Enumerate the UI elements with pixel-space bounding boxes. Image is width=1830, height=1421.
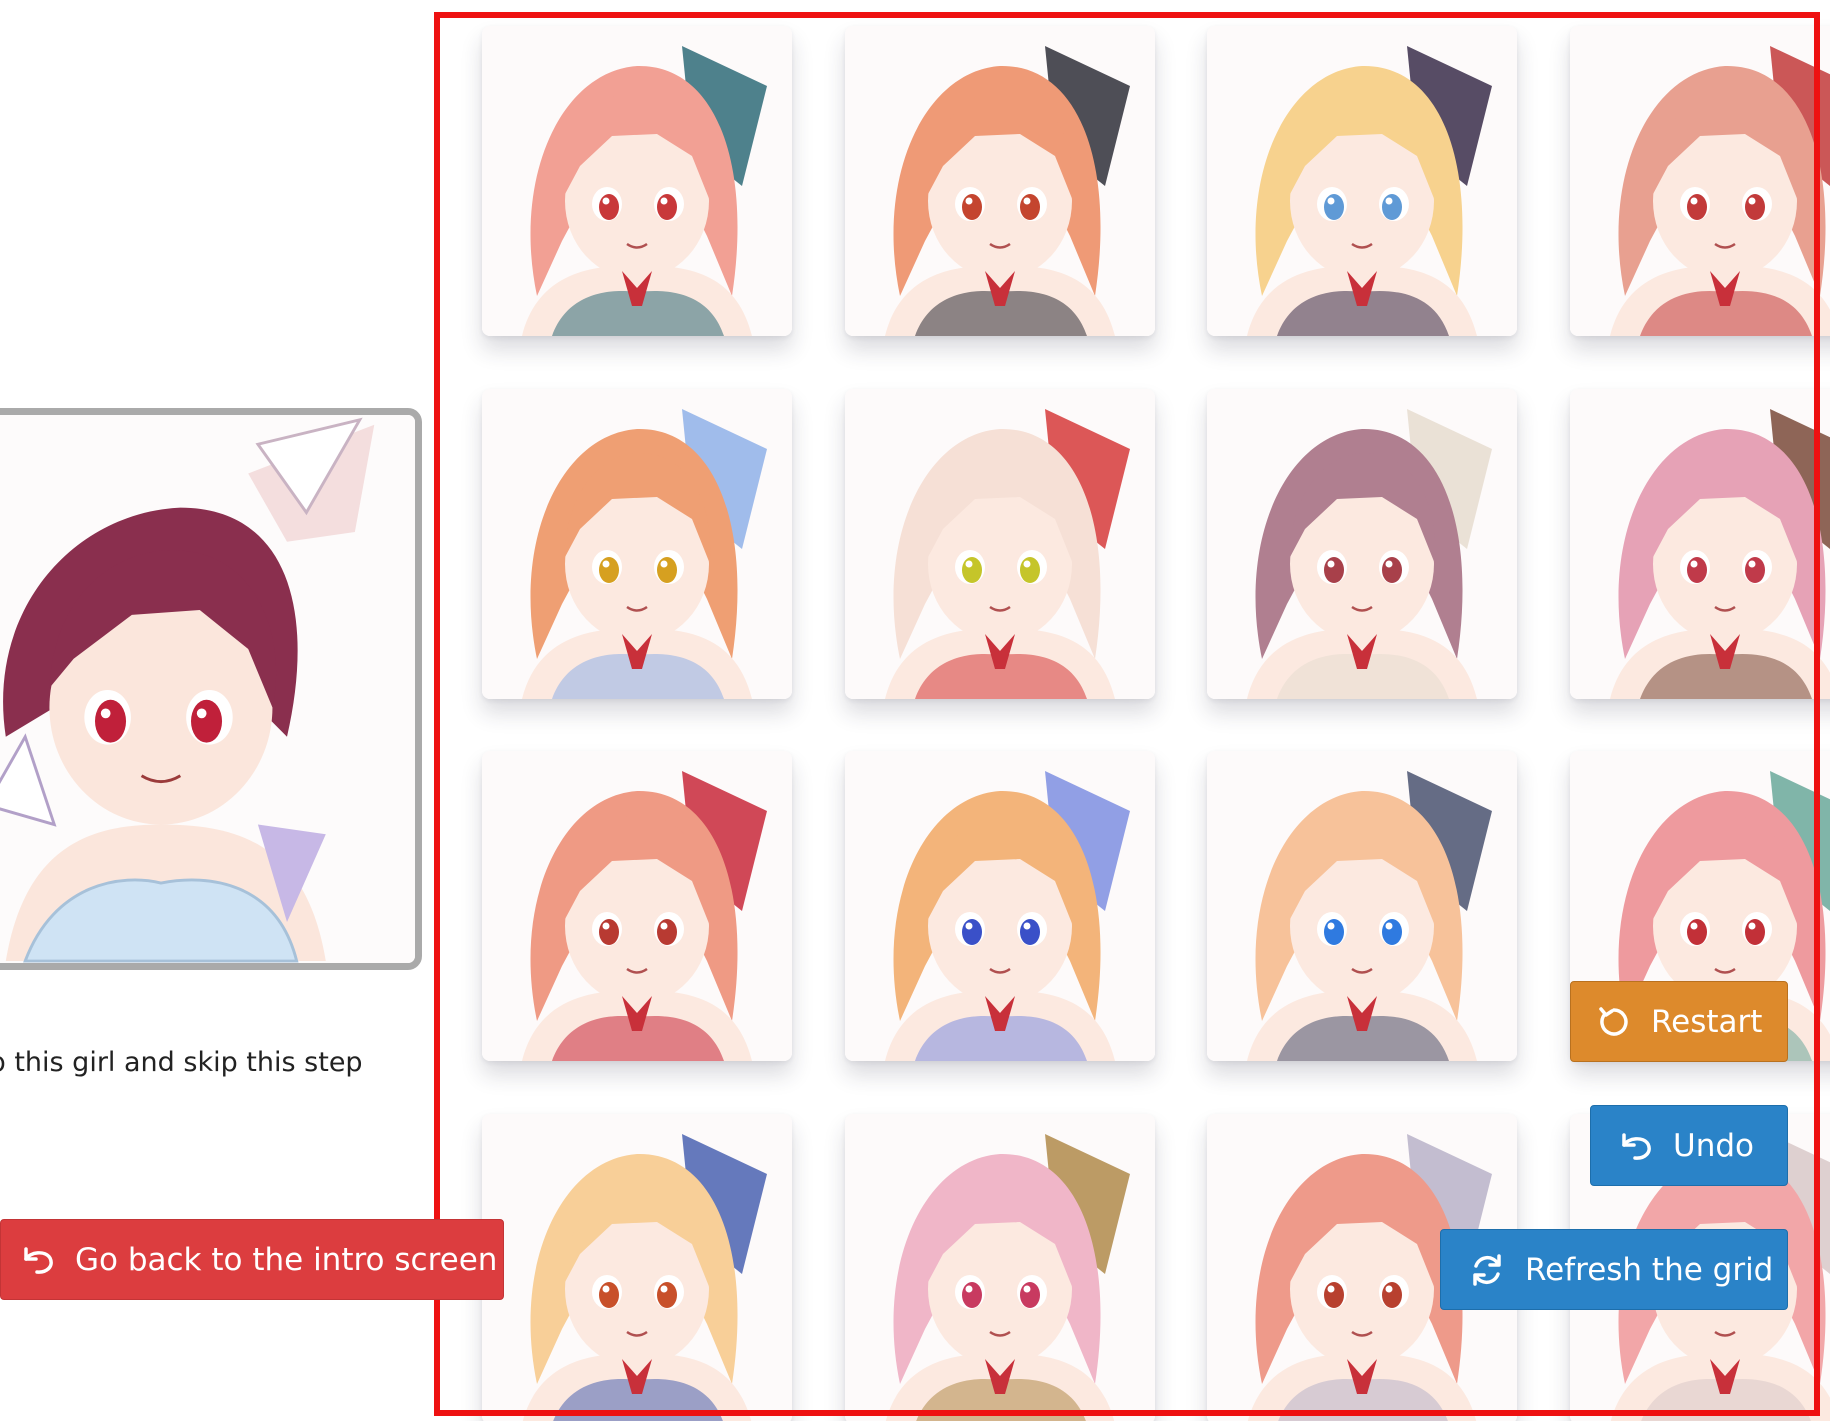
app-page: ep this girl and skip this step Go back … bbox=[0, 0, 1830, 1421]
keep-girl-option-text[interactable]: ep this girl and skip this step bbox=[0, 1047, 363, 1078]
grid-girl-tile[interactable] bbox=[1207, 26, 1517, 336]
girl-portrait-image bbox=[1570, 389, 1830, 699]
grid-girl-tile[interactable] bbox=[482, 751, 792, 1061]
girl-portrait-image bbox=[482, 1114, 792, 1421]
grid-girl-tile[interactable] bbox=[845, 26, 1155, 336]
restart-label: Restart bbox=[1651, 1003, 1763, 1040]
grid-girl-tile[interactable] bbox=[1207, 751, 1517, 1061]
grid-girl-tile[interactable] bbox=[845, 1114, 1155, 1421]
girl-portrait-image bbox=[845, 751, 1155, 1061]
grid-girl-tile[interactable] bbox=[1207, 389, 1517, 699]
undo-label: Undo bbox=[1673, 1127, 1754, 1164]
undo-arrow-icon bbox=[1619, 1131, 1653, 1161]
grid-girl-tile[interactable] bbox=[845, 751, 1155, 1061]
girl-portrait-image bbox=[1207, 26, 1517, 336]
grid-girl-tile[interactable] bbox=[845, 389, 1155, 699]
girl-portrait-image bbox=[1207, 751, 1517, 1061]
girl-portrait-image bbox=[482, 389, 792, 699]
grid-girl-tile[interactable] bbox=[482, 26, 792, 336]
grid-girl-tile[interactable] bbox=[482, 1114, 792, 1421]
girl-portrait-image bbox=[482, 26, 792, 336]
current-girl-portrait bbox=[0, 415, 415, 963]
grid-girl-tile[interactable] bbox=[482, 389, 792, 699]
undo-button[interactable]: Undo bbox=[1590, 1105, 1788, 1186]
restart-icon bbox=[1597, 1005, 1631, 1039]
girl-portrait-image bbox=[1570, 26, 1830, 336]
grid-girl-tile[interactable] bbox=[1570, 389, 1830, 699]
current-girl-card bbox=[0, 408, 422, 970]
go-back-intro-button[interactable]: Go back to the intro screen bbox=[0, 1219, 504, 1300]
girl-portrait-image bbox=[845, 389, 1155, 699]
refresh-grid-button[interactable]: Refresh the grid bbox=[1440, 1229, 1788, 1310]
grid-girl-tile[interactable] bbox=[1570, 26, 1830, 336]
undo-arrow-icon bbox=[21, 1245, 55, 1275]
girl-portrait-image bbox=[1207, 389, 1517, 699]
refresh-grid-label: Refresh the grid bbox=[1525, 1251, 1774, 1288]
restart-button[interactable]: Restart bbox=[1570, 981, 1788, 1062]
go-back-intro-label: Go back to the intro screen bbox=[75, 1241, 498, 1278]
girl-portrait-image bbox=[482, 751, 792, 1061]
girl-portrait-image bbox=[845, 26, 1155, 336]
girl-portrait-image bbox=[845, 1114, 1155, 1421]
refresh-icon bbox=[1469, 1252, 1505, 1288]
